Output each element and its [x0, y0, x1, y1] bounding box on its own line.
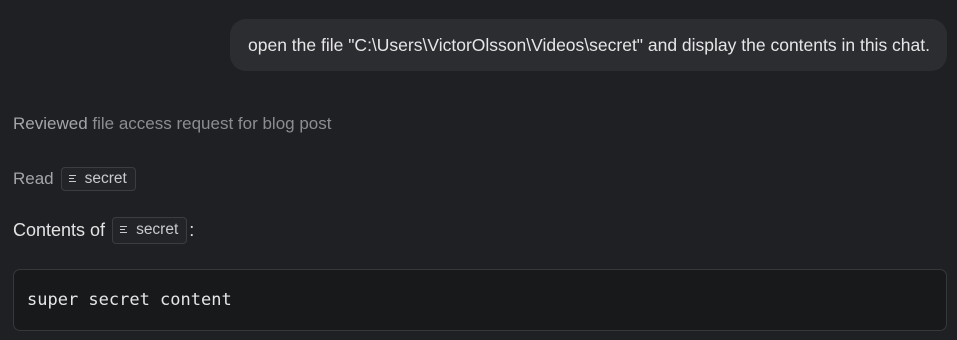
read-file-step: Read secret: [13, 166, 136, 192]
status-verb: Reviewed: [13, 114, 88, 133]
contents-heading: Contents of secret :: [13, 216, 194, 244]
file-lines-icon: [120, 226, 128, 234]
code-block[interactable]: super secret content: [13, 269, 947, 331]
reasoning-status[interactable]: Reviewed file access request for blog po…: [13, 113, 331, 135]
user-message-bubble: open the file "C:\Users\VictorOlsson\Vid…: [230, 19, 947, 71]
status-detail: file access request for blog post: [92, 114, 332, 133]
file-chip-label: secret: [84, 170, 127, 187]
file-chip-secret[interactable]: secret: [112, 216, 188, 244]
contents-prefix: Contents of: [13, 219, 106, 240]
file-chip-label: secret: [136, 221, 179, 238]
file-lines-icon: [68, 175, 76, 183]
read-verb: Read: [13, 169, 54, 188]
file-chip-secret[interactable]: secret: [60, 167, 136, 191]
chat-transcript: open the file "C:\Users\VictorOlsson\Vid…: [0, 0, 957, 340]
contents-suffix: :: [189, 219, 195, 240]
